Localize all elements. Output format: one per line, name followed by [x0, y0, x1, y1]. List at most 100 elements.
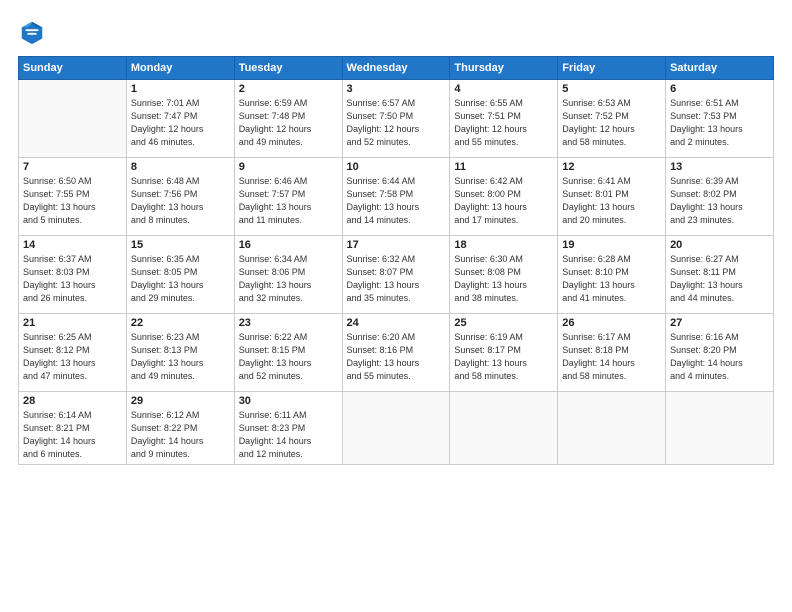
calendar-cell: 2 Sunrise: 6:59 AM Sunset: 7:48 PM Daylig… — [234, 80, 342, 158]
day-info: Sunrise: 6:30 AM Sunset: 8:08 PM Dayligh… — [454, 253, 553, 305]
calendar-cell: 1 Sunrise: 7:01 AM Sunset: 7:47 PM Daylig… — [126, 80, 234, 158]
day-info: Sunrise: 6:16 AM Sunset: 8:20 PM Dayligh… — [670, 331, 769, 383]
day-number: 11 — [454, 161, 553, 173]
day-info: Sunrise: 6:42 AM Sunset: 8:00 PM Dayligh… — [454, 175, 553, 227]
calendar-cell: 22 Sunrise: 6:23 AM Sunset: 8:13 PM Dayli… — [126, 314, 234, 392]
day-number: 21 — [23, 317, 122, 329]
day-info: Sunrise: 6:20 AM Sunset: 8:16 PM Dayligh… — [347, 331, 446, 383]
day-number: 17 — [347, 239, 446, 251]
calendar-week-row: 7Sunrise: 6:50 AM Sunset: 7:55 PM Daylig… — [19, 158, 774, 236]
day-of-week-header: Friday — [558, 57, 666, 80]
calendar-cell — [558, 392, 666, 465]
day-info: Sunrise: 6:19 AM Sunset: 8:17 PM Dayligh… — [454, 331, 553, 383]
day-info: Sunrise: 6:55 AM Sunset: 7:51 PM Dayligh… — [454, 97, 553, 149]
calendar-cell: 11 Sunrise: 6:42 AM Sunset: 8:00 PM Dayli… — [450, 158, 558, 236]
logo-icon — [18, 18, 46, 46]
day-info: Sunrise: 6:53 AM Sunset: 7:52 PM Dayligh… — [562, 97, 661, 149]
calendar-cell: 5 Sunrise: 6:53 AM Sunset: 7:52 PM Daylig… — [558, 80, 666, 158]
day-info: Sunrise: 6:44 AM Sunset: 7:58 PM Dayligh… — [347, 175, 446, 227]
calendar-cell: 8Sunrise: 6:48 AM Sunset: 7:56 PM Daylig… — [126, 158, 234, 236]
calendar-cell: 23 Sunrise: 6:22 AM Sunset: 8:15 PM Dayli… — [234, 314, 342, 392]
calendar-cell: 6Sunrise: 6:51 AM Sunset: 7:53 PM Daylig… — [666, 80, 774, 158]
day-info: Sunrise: 6:14 AM Sunset: 8:21 PM Dayligh… — [23, 409, 122, 461]
day-number: 8 — [131, 161, 230, 173]
calendar-cell — [19, 80, 127, 158]
calendar-cell: 24 Sunrise: 6:20 AM Sunset: 8:16 PM Dayli… — [342, 314, 450, 392]
calendar-week-row: 14 Sunrise: 6:37 AM Sunset: 8:03 PM Dayli… — [19, 236, 774, 314]
day-number: 13 — [670, 161, 769, 173]
calendar-week-row: 28Sunrise: 6:14 AM Sunset: 8:21 PM Dayli… — [19, 392, 774, 465]
page: SundayMondayTuesdayWednesdayThursdayFrid… — [0, 0, 792, 612]
day-info: Sunrise: 7:01 AM Sunset: 7:47 PM Dayligh… — [131, 97, 230, 149]
day-number: 1 — [131, 83, 230, 95]
calendar-cell: 25 Sunrise: 6:19 AM Sunset: 8:17 PM Dayli… — [450, 314, 558, 392]
calendar-cell: 10 Sunrise: 6:44 AM Sunset: 7:58 PM Dayli… — [342, 158, 450, 236]
day-number: 25 — [454, 317, 553, 329]
calendar-cell: 19 Sunrise: 6:28 AM Sunset: 8:10 PM Dayli… — [558, 236, 666, 314]
day-number: 4 — [454, 83, 553, 95]
day-info: Sunrise: 6:23 AM Sunset: 8:13 PM Dayligh… — [131, 331, 230, 383]
calendar-cell: 30 Sunrise: 6:11 AM Sunset: 8:23 PM Dayli… — [234, 392, 342, 465]
day-number: 15 — [131, 239, 230, 251]
day-of-week-header: Wednesday — [342, 57, 450, 80]
calendar-cell: 28Sunrise: 6:14 AM Sunset: 8:21 PM Dayli… — [19, 392, 127, 465]
day-info: Sunrise: 6:27 AM Sunset: 8:11 PM Dayligh… — [670, 253, 769, 305]
day-number: 16 — [239, 239, 338, 251]
calendar-week-row: 1 Sunrise: 7:01 AM Sunset: 7:47 PM Daylig… — [19, 80, 774, 158]
day-info: Sunrise: 6:28 AM Sunset: 8:10 PM Dayligh… — [562, 253, 661, 305]
day-of-week-header: Tuesday — [234, 57, 342, 80]
day-number: 24 — [347, 317, 446, 329]
calendar-body: 1 Sunrise: 7:01 AM Sunset: 7:47 PM Daylig… — [19, 80, 774, 465]
day-info: Sunrise: 6:46 AM Sunset: 7:57 PM Dayligh… — [239, 175, 338, 227]
day-number: 3 — [347, 83, 446, 95]
day-number: 2 — [239, 83, 338, 95]
day-number: 22 — [131, 317, 230, 329]
day-number: 9 — [239, 161, 338, 173]
day-number: 23 — [239, 317, 338, 329]
day-number: 14 — [23, 239, 122, 251]
day-number: 30 — [239, 395, 338, 407]
calendar-cell: 29Sunrise: 6:12 AM Sunset: 8:22 PM Dayli… — [126, 392, 234, 465]
calendar-cell: 27 Sunrise: 6:16 AM Sunset: 8:20 PM Dayli… — [666, 314, 774, 392]
calendar-cell: 17 Sunrise: 6:32 AM Sunset: 8:07 PM Dayli… — [342, 236, 450, 314]
calendar-cell: 21 Sunrise: 6:25 AM Sunset: 8:12 PM Dayli… — [19, 314, 127, 392]
day-info: Sunrise: 6:35 AM Sunset: 8:05 PM Dayligh… — [131, 253, 230, 305]
day-of-week-header: Sunday — [19, 57, 127, 80]
day-info: Sunrise: 6:11 AM Sunset: 8:23 PM Dayligh… — [239, 409, 338, 461]
day-of-week-header: Saturday — [666, 57, 774, 80]
calendar-table: SundayMondayTuesdayWednesdayThursdayFrid… — [18, 56, 774, 465]
calendar-cell: 13Sunrise: 6:39 AM Sunset: 8:02 PM Dayli… — [666, 158, 774, 236]
day-of-week-header: Monday — [126, 57, 234, 80]
calendar-cell: 16Sunrise: 6:34 AM Sunset: 8:06 PM Dayli… — [234, 236, 342, 314]
day-number: 12 — [562, 161, 661, 173]
calendar-cell: 26Sunrise: 6:17 AM Sunset: 8:18 PM Dayli… — [558, 314, 666, 392]
day-info: Sunrise: 6:59 AM Sunset: 7:48 PM Dayligh… — [239, 97, 338, 149]
day-number: 10 — [347, 161, 446, 173]
day-info: Sunrise: 6:17 AM Sunset: 8:18 PM Dayligh… — [562, 331, 661, 383]
calendar-cell — [666, 392, 774, 465]
logo — [18, 18, 50, 46]
calendar-cell: 18 Sunrise: 6:30 AM Sunset: 8:08 PM Dayli… — [450, 236, 558, 314]
calendar-cell — [450, 392, 558, 465]
day-number: 5 — [562, 83, 661, 95]
day-number: 6 — [670, 83, 769, 95]
calendar-cell: 12 Sunrise: 6:41 AM Sunset: 8:01 PM Dayli… — [558, 158, 666, 236]
calendar-cell: 7Sunrise: 6:50 AM Sunset: 7:55 PM Daylig… — [19, 158, 127, 236]
day-number: 18 — [454, 239, 553, 251]
day-of-week-header: Thursday — [450, 57, 558, 80]
day-number: 7 — [23, 161, 122, 173]
day-info: Sunrise: 6:32 AM Sunset: 8:07 PM Dayligh… — [347, 253, 446, 305]
calendar-cell — [342, 392, 450, 465]
calendar-cell: 4 Sunrise: 6:55 AM Sunset: 7:51 PM Daylig… — [450, 80, 558, 158]
day-info: Sunrise: 6:57 AM Sunset: 7:50 PM Dayligh… — [347, 97, 446, 149]
calendar-week-row: 21 Sunrise: 6:25 AM Sunset: 8:12 PM Dayli… — [19, 314, 774, 392]
day-number: 19 — [562, 239, 661, 251]
day-number: 27 — [670, 317, 769, 329]
header — [18, 18, 774, 46]
day-info: Sunrise: 6:41 AM Sunset: 8:01 PM Dayligh… — [562, 175, 661, 227]
calendar-cell: 3 Sunrise: 6:57 AM Sunset: 7:50 PM Daylig… — [342, 80, 450, 158]
day-info: Sunrise: 6:37 AM Sunset: 8:03 PM Dayligh… — [23, 253, 122, 305]
day-info: Sunrise: 6:22 AM Sunset: 8:15 PM Dayligh… — [239, 331, 338, 383]
day-number: 29 — [131, 395, 230, 407]
day-info: Sunrise: 6:25 AM Sunset: 8:12 PM Dayligh… — [23, 331, 122, 383]
